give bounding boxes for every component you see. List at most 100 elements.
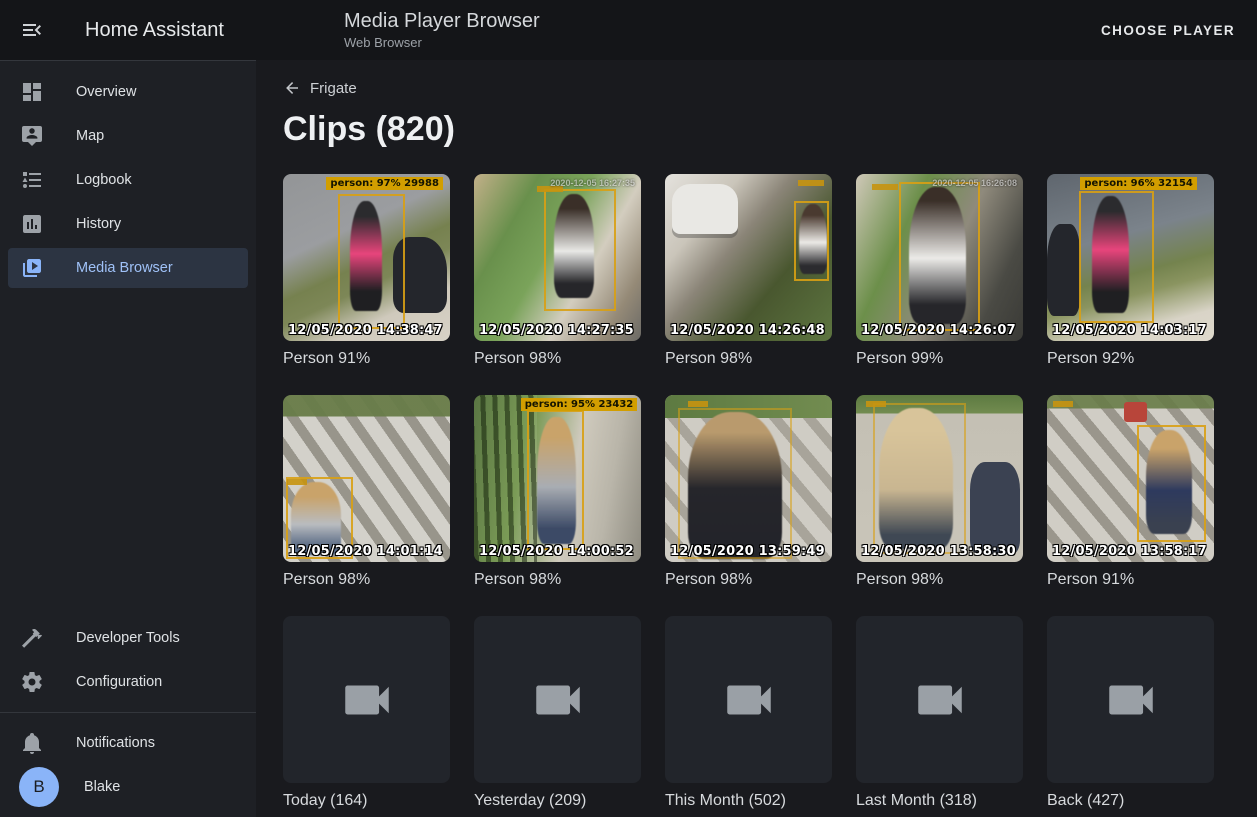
clip-card: 2020-12-05 16:27:35 12/05/2020 14:27:35 … [474,174,641,368]
clip-caption: Person 91% [283,350,450,368]
car-shape [672,184,739,234]
view-dashboard-icon [20,80,44,104]
clip-caption: Person 99% [856,350,1023,368]
sidebar-spacer [0,292,256,607]
clips-grid: person: 97% 29988 12/05/2020 14:38:47 Pe… [283,174,1257,810]
folder-back[interactable] [1047,616,1214,783]
sidebar-item-user-profile[interactable]: B Blake [8,767,248,807]
sidebar-divider [0,712,256,713]
video-camera-icon [911,671,969,729]
detection-bounding-box [873,403,967,553]
app-title: Home Assistant [85,19,224,42]
timestamp-overlay: 12/05/2020 14:38:47 [288,323,443,338]
gear-icon [20,670,44,694]
sidebar-item-label: Configuration [76,674,162,690]
folder-card: Back (427) [1047,616,1214,810]
folder-today[interactable] [283,616,450,783]
stroller-shape [970,462,1020,554]
clip-thumbnail[interactable]: 12/05/2020 13:59:49 [665,395,832,562]
stroller-shape [1047,224,1080,316]
clip-thumbnail[interactable]: 12/05/2020 14:26:48 [665,174,832,341]
media-browser-content: Frigate Clips (820) person: 97% 29988 12… [256,60,1257,817]
sidebar-item-label: Notifications [76,735,155,751]
sidebar-footer-nav: Developer Tools Configuration Notificati… [0,607,256,817]
detection-label-small [1053,401,1073,407]
detection-label-small [866,401,886,407]
detection-label: person: 95% 23432 [521,398,638,411]
arrow-left-icon [283,79,301,97]
sidebar-item-developer-tools[interactable]: Developer Tools [8,618,248,658]
clip-thumbnail[interactable]: person: 97% 29988 12/05/2020 14:38:47 [283,174,450,341]
detection-label-small [688,401,708,407]
detection-bounding-box [527,410,584,550]
clip-thumbnail[interactable]: person: 96% 32154 12/05/2020 14:03:17 [1047,174,1214,341]
folder-this-month[interactable] [665,616,832,783]
breadcrumb-label: Frigate [310,80,357,97]
folder-last-month[interactable] [856,616,1023,783]
video-camera-icon [338,671,396,729]
chart-box-icon [20,212,44,236]
detection-bounding-box [1137,425,1205,542]
sidebar-item-label: Developer Tools [76,630,180,646]
bell-icon [20,731,44,755]
timestamp-overlay: 12/05/2020 14:01:14 [288,544,443,559]
detection-label: person: 97% 29988 [326,177,443,190]
clip-thumbnail[interactable]: 2020-12-05 16:27:35 12/05/2020 14:27:35 [474,174,641,341]
clip-card: 12/05/2020 13:58:17 Person 91% [1047,395,1214,589]
folder-card: Yesterday (209) [474,616,641,810]
sidebar-item-label: Map [76,128,104,144]
timestamp-overlay: 12/05/2020 14:00:52 [479,544,634,559]
timestamp-overlay: 12/05/2020 14:27:35 [479,323,634,338]
timestamp-overlay: 12/05/2020 13:58:30 [861,544,1016,559]
clip-thumbnail[interactable]: 12/05/2020 13:58:30 [856,395,1023,562]
wagon-shape [1124,402,1147,422]
camera-timestamp-overlay: 2020-12-05 16:26:08 [932,178,1017,188]
page-subtitle: Web Browser [344,35,540,50]
camera-timestamp-overlay: 2020-12-05 16:27:35 [550,178,635,188]
clip-card: person: 95% 23432 12/05/2020 14:00:52 Pe… [474,395,641,589]
sidebar-item-overview[interactable]: Overview [8,72,248,112]
sidebar-item-logbook[interactable]: Logbook [8,160,248,200]
play-box-multiple-icon [20,256,44,280]
clip-caption: Person 98% [665,571,832,589]
clip-caption: Person 98% [474,350,641,368]
clip-card: person: 96% 32154 12/05/2020 14:03:17 Pe… [1047,174,1214,368]
clip-card: 12/05/2020 14:01:14 Person 98% [283,395,450,589]
sidebar-item-label: Overview [76,84,136,100]
sidebar-item-map[interactable]: Map [8,116,248,156]
folder-label: Today (164) [283,792,450,810]
sidebar: Overview Map Logbook History Media Brows… [0,60,256,817]
clip-card: 12/05/2020 13:59:49 Person 98% [665,395,832,589]
sidebar-item-media-browser[interactable]: Media Browser [8,248,248,288]
detection-bounding-box [1079,191,1154,323]
clip-thumbnail[interactable]: person: 95% 23432 12/05/2020 14:00:52 [474,395,641,562]
menu-open-icon[interactable] [20,18,44,42]
sidebar-item-label: Media Browser [76,260,173,276]
clip-thumbnail[interactable]: 2020-12-05 16:26:08 12/05/2020 14:26:07 [856,174,1023,341]
clip-card: person: 97% 29988 12/05/2020 14:38:47 Pe… [283,174,450,368]
sidebar-item-configuration[interactable]: Configuration [8,662,248,702]
folder-label: Last Month (318) [856,792,1023,810]
avatar: B [19,767,59,807]
sidebar-item-label: History [76,216,121,232]
detection-bounding-box [338,194,405,329]
timestamp-overlay: 12/05/2020 13:58:17 [1052,544,1207,559]
clip-thumbnail[interactable]: 12/05/2020 13:58:17 [1047,395,1214,562]
folder-yesterday[interactable] [474,616,641,783]
clip-caption: Person 98% [856,571,1023,589]
folder-card: Last Month (318) [856,616,1023,810]
video-camera-icon [529,671,587,729]
timestamp-overlay: 12/05/2020 14:03:17 [1052,323,1207,338]
clip-caption: Person 91% [1047,571,1214,589]
sidebar-item-history[interactable]: History [8,204,248,244]
clip-card: 2020-12-05 16:26:08 12/05/2020 14:26:07 … [856,174,1023,368]
video-camera-icon [1102,671,1160,729]
breadcrumb-back-frigate[interactable]: Frigate [283,77,357,99]
clip-card: 12/05/2020 14:26:48 Person 98% [665,174,832,368]
list-bulleted-icon [20,168,44,192]
account-tooltip-icon [20,124,44,148]
page-title: Media Player Browser [344,9,540,33]
choose-player-button[interactable]: CHOOSE PLAYER [1093,0,1243,60]
sidebar-item-notifications[interactable]: Notifications [8,723,248,763]
clip-thumbnail[interactable]: 12/05/2020 14:01:14 [283,395,450,562]
